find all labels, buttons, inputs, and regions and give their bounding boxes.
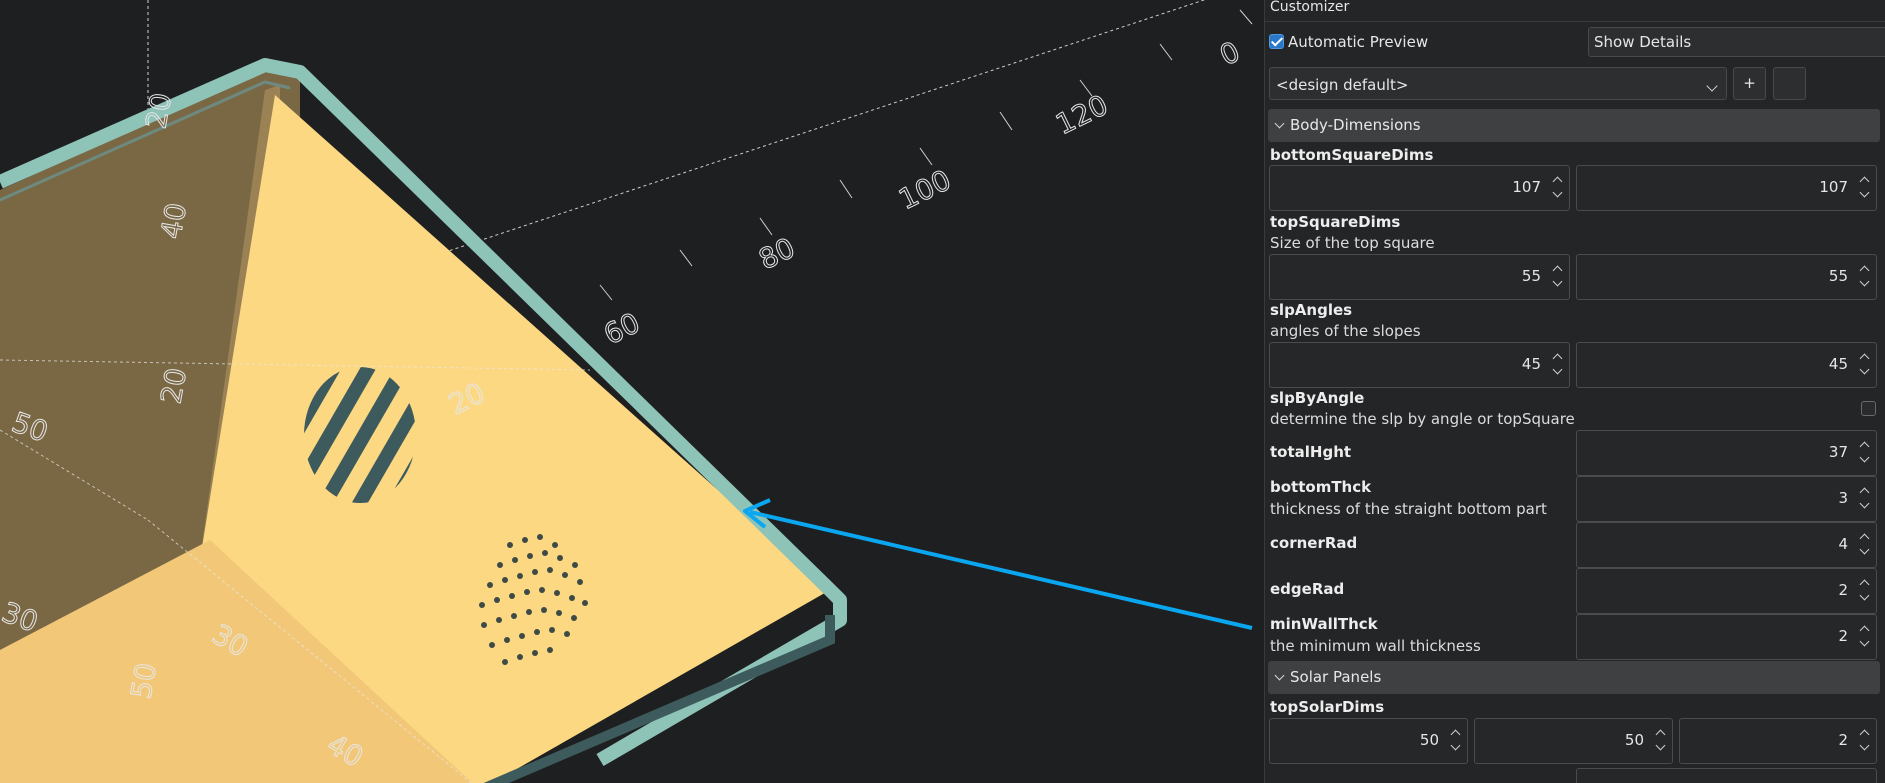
preset-select-value: <design default> xyxy=(1276,76,1409,94)
down-arrow-icon[interactable] xyxy=(1552,364,1563,375)
param-name: totalHght xyxy=(1270,443,1352,461)
up-arrow-icon[interactable] xyxy=(1859,265,1870,276)
chevron-down-icon xyxy=(1706,80,1718,92)
param-desc: thickness of the straight bottom part xyxy=(1270,500,1547,518)
automatic-preview-checkbox[interactable] xyxy=(1269,34,1284,49)
edgeRad-spinbox[interactable]: 2 xyxy=(1576,568,1877,614)
annotation-arrow xyxy=(749,510,1253,630)
up-arrow-icon[interactable] xyxy=(1450,729,1461,740)
down-arrow-icon[interactable] xyxy=(1859,452,1870,463)
param-desc: angles of the slopes xyxy=(1270,322,1421,340)
preset-select[interactable]: <design default> xyxy=(1269,67,1727,100)
axis-label: 40 xyxy=(154,200,193,241)
axis-label: 80 xyxy=(754,231,800,276)
totalHght-spinbox[interactable]: 37 xyxy=(1576,430,1877,476)
minWallThck-spinbox[interactable]: 2 xyxy=(1576,614,1877,660)
param-name: bottomSquareDims xyxy=(1270,146,1434,164)
chevron-down-icon xyxy=(1274,670,1285,681)
bottomSquareDims-x-spinbox[interactable]: 107 xyxy=(1269,165,1570,211)
up-arrow-icon[interactable] xyxy=(1552,265,1563,276)
param-name: edgeRad xyxy=(1270,580,1345,598)
up-arrow-icon[interactable] xyxy=(1859,441,1870,452)
section-title: Solar Panels xyxy=(1290,668,1382,686)
down-arrow-icon[interactable] xyxy=(1859,498,1870,509)
bottomThck-spinbox[interactable]: 3 xyxy=(1576,476,1877,522)
down-arrow-icon[interactable] xyxy=(1655,740,1666,751)
up-arrow-icon[interactable] xyxy=(1655,729,1666,740)
automatic-preview-label: Automatic Preview xyxy=(1288,33,1429,51)
down-arrow-icon[interactable] xyxy=(1450,740,1461,751)
show-details-label: Show Details xyxy=(1594,33,1692,51)
param-name: minWallThck xyxy=(1270,615,1378,633)
3d-viewport[interactable]: 0 120 100 80 60 20 40 50 20 30 50 40 30 … xyxy=(0,0,1264,783)
slpAngles-y-spinbox[interactable]: 45 xyxy=(1576,342,1877,388)
axis-label: 100 xyxy=(894,163,957,216)
down-arrow-icon[interactable] xyxy=(1859,740,1870,751)
section-solar-panels[interactable]: Solar Panels xyxy=(1268,661,1880,694)
model-render: 0 120 100 80 60 20 40 50 20 30 50 40 30 … xyxy=(0,0,1253,783)
down-arrow-icon[interactable] xyxy=(1859,590,1870,601)
param-name: topSolarDims xyxy=(1270,698,1385,716)
next-param-spinbox[interactable] xyxy=(1576,768,1877,783)
slpByAngle-checkbox[interactable] xyxy=(1861,401,1876,416)
down-arrow-icon[interactable] xyxy=(1859,187,1870,198)
down-arrow-icon[interactable] xyxy=(1859,276,1870,287)
param-name: topSquareDims xyxy=(1270,213,1401,231)
up-arrow-icon[interactable] xyxy=(1859,353,1870,364)
param-desc: Size of the top square xyxy=(1270,234,1435,252)
up-arrow-icon[interactable] xyxy=(1859,625,1870,636)
param-name: slpAngles xyxy=(1270,301,1353,319)
topSolarDims-y-spinbox[interactable]: 50 xyxy=(1474,718,1673,764)
remove-preset-button[interactable] xyxy=(1773,67,1806,100)
chevron-down-icon xyxy=(1274,118,1285,129)
axis-label: 20 xyxy=(139,90,178,131)
down-arrow-icon[interactable] xyxy=(1859,364,1870,375)
customizer-panel: Customizer Automatic Preview Show Detail… xyxy=(1264,0,1885,783)
topSquareDims-x-spinbox[interactable]: 55 xyxy=(1269,254,1570,300)
topSquareDims-y-spinbox[interactable]: 55 xyxy=(1576,254,1877,300)
param-desc: the minimum wall thickness xyxy=(1270,637,1481,655)
param-name: cornerRad xyxy=(1270,534,1358,552)
param-desc: determine the slp by angle or topSquare xyxy=(1270,410,1575,428)
panel-title: Customizer xyxy=(1270,0,1350,15)
up-arrow-icon[interactable] xyxy=(1859,729,1870,740)
axis-label: 50 xyxy=(124,660,163,701)
bottomSquareDims-y-spinbox[interactable]: 107 xyxy=(1576,165,1877,211)
up-arrow-icon[interactable] xyxy=(1859,176,1870,187)
up-arrow-icon[interactable] xyxy=(1859,487,1870,498)
section-body-dimensions[interactable]: Body-Dimensions xyxy=(1268,109,1880,142)
cornerRad-spinbox[interactable]: 4 xyxy=(1576,522,1877,568)
down-arrow-icon[interactable] xyxy=(1552,187,1563,198)
down-arrow-icon[interactable] xyxy=(1859,636,1870,647)
axis-label: 20 xyxy=(154,365,193,406)
topSolarDims-x-spinbox[interactable]: 50 xyxy=(1269,718,1468,764)
up-arrow-icon[interactable] xyxy=(1859,579,1870,590)
up-arrow-icon[interactable] xyxy=(1552,176,1563,187)
param-name: bottomThck xyxy=(1270,478,1372,496)
axis-label: 60 xyxy=(599,306,645,351)
topSolarDims-z-spinbox[interactable]: 2 xyxy=(1679,718,1877,764)
axis-label: 0 xyxy=(1215,35,1245,72)
show-details-dropdown[interactable]: Show Details xyxy=(1588,27,1885,57)
up-arrow-icon[interactable] xyxy=(1859,533,1870,544)
section-title: Body-Dimensions xyxy=(1290,116,1421,134)
param-name: slpByAngle xyxy=(1270,389,1365,407)
up-arrow-icon[interactable] xyxy=(1552,353,1563,364)
slpAngles-x-spinbox[interactable]: 45 xyxy=(1269,342,1570,388)
axis-label: 120 xyxy=(1051,88,1114,141)
down-arrow-icon[interactable] xyxy=(1859,544,1870,555)
vent-striped-hole xyxy=(304,367,416,503)
add-preset-button[interactable]: + xyxy=(1733,67,1766,100)
down-arrow-icon[interactable] xyxy=(1552,276,1563,287)
